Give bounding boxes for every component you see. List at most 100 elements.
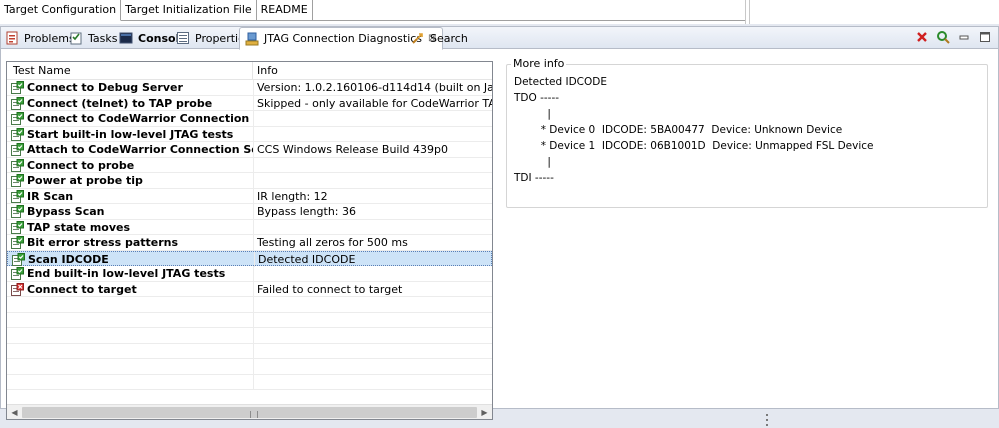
- test-info-cell: [257, 158, 492, 173]
- table-row-empty: [7, 312, 492, 328]
- column-divider: [253, 188, 254, 204]
- test-passed-icon: [11, 112, 27, 125]
- test-passed-icon: [11, 127, 27, 141]
- table-row[interactable]: Connect (telnet) to TAP probe Skipped - o…: [7, 95, 492, 111]
- table-row[interactable]: Bypass Scan Bypass length: 36: [7, 204, 492, 220]
- editor-tab-target-configuration[interactable]: Target Configuration: [0, 0, 122, 21]
- column-divider: [253, 173, 254, 188]
- table-header: Test Name Info: [7, 62, 492, 80]
- scroll-left-icon[interactable]: ◀: [7, 405, 22, 419]
- tasks-icon: [68, 30, 84, 46]
- column-divider: [254, 251, 255, 267]
- test-passed-icon: [11, 236, 27, 249]
- editor-tab-target-initialization-file[interactable]: Target Initialization File: [121, 0, 257, 21]
- test-passed-icon: [11, 158, 27, 172]
- test-name-cell: Connect to CodeWarrior Connection Server: [11, 111, 253, 126]
- test-name-cell: TAP state moves: [11, 220, 253, 235]
- console-icon: [118, 30, 134, 46]
- editor-tab-readme[interactable]: README: [256, 0, 313, 21]
- more-info-line: * Device 0 IDCODE: 5BA00477 Device: Unkn…: [514, 124, 843, 136]
- table-row-empty: [7, 359, 492, 375]
- test-info-cell: Testing all zeros for 500 ms: [257, 236, 408, 249]
- table-row[interactable]: Scan IDCODE Detected IDCODE: [7, 250, 492, 267]
- scrollbar-thumb[interactable]: [22, 407, 477, 418]
- column-divider: [253, 359, 254, 374]
- test-info-cell: [257, 220, 492, 235]
- test-info-cell: [257, 173, 492, 188]
- search-icon: [410, 30, 426, 46]
- test-name-text: Scan IDCODE: [28, 252, 109, 266]
- tab-problems[interactable]: Problems: [4, 27, 75, 49]
- remove-icon[interactable]: [915, 30, 929, 44]
- properties-icon: [175, 30, 191, 46]
- test-passed-icon: [11, 205, 27, 218]
- table-row[interactable]: Start built-in low-level JTAG tests: [7, 126, 492, 142]
- more-info-line: Detected IDCODE: [514, 76, 607, 88]
- test-info-cell: Detected IDCODE: [258, 252, 356, 266]
- scroll-right-icon[interactable]: ▶: [477, 405, 492, 419]
- table-row-empty: [7, 328, 492, 344]
- tab-label: JTAG Connection Diagnostics: [264, 32, 423, 45]
- tab-search[interactable]: Search: [410, 27, 468, 49]
- view-toolbar: [915, 30, 992, 44]
- column-divider: [253, 204, 254, 219]
- more-info-text: Detected IDCODE TDO ----- | * Device 0 ID…: [514, 74, 984, 186]
- column-divider: [253, 142, 254, 157]
- tab-tasks[interactable]: Tasks: [68, 27, 117, 49]
- refresh-icon[interactable]: [936, 30, 950, 44]
- column-divider: [253, 343, 254, 359]
- test-name-cell: Bypass Scan: [11, 204, 253, 219]
- test-name-text: Connect to Debug Server: [27, 81, 183, 94]
- view-tab-bar: Problems Tasks Console Properties JTAG C…: [1, 27, 998, 50]
- table-row[interactable]: Connect to Debug Server Version: 1.0.2.16…: [7, 80, 492, 96]
- more-info-line: |: [514, 156, 551, 168]
- test-failed-icon: [11, 282, 27, 296]
- table-row[interactable]: Connect to CodeWarrior Connection Server: [7, 111, 492, 127]
- more-info-line: TDI -----: [514, 172, 554, 184]
- column-divider: [253, 266, 254, 281]
- test-info-cell: [257, 111, 492, 126]
- test-info-cell: Version: 1.0.2.160106-d114d14 (built on …: [257, 81, 492, 94]
- editor-tabs: Target Configuration Target Initializati…: [0, 0, 313, 21]
- table-row[interactable]: Power at probe tip: [7, 173, 492, 189]
- column-divider: [253, 374, 254, 390]
- test-name-text: Attach to CodeWarrior Connection Server: [27, 143, 253, 156]
- resize-grip[interactable]: [766, 414, 769, 426]
- pane-separator: [749, 0, 750, 24]
- minimize-icon[interactable]: [957, 30, 971, 44]
- table-row[interactable]: Attach to CodeWarrior Connection Server C…: [7, 142, 492, 158]
- column-divider: [253, 235, 254, 250]
- test-name-cell: End built-in low-level JTAG tests: [11, 266, 253, 281]
- table-row[interactable]: End built-in low-level JTAG tests: [7, 266, 492, 282]
- table-row[interactable]: Bit error stress patterns Testing all zer…: [7, 235, 492, 251]
- table-row[interactable]: Connect to target Failed to connect to ta…: [7, 281, 492, 297]
- pane-separator[interactable]: [745, 0, 746, 24]
- diagnostics-table[interactable]: Test Name Info Connect to Debug Server Ve…: [6, 61, 493, 420]
- test-name-cell: Start built-in low-level JTAG tests: [11, 127, 253, 142]
- maximize-icon[interactable]: [978, 30, 992, 44]
- test-name-cell: Attach to CodeWarrior Connection Server: [11, 142, 253, 157]
- test-passed-icon: [11, 189, 27, 203]
- column-header-test-name[interactable]: Test Name: [7, 62, 253, 80]
- test-name-text: Connect to probe: [27, 158, 135, 172]
- test-name-cell: Connect to probe: [11, 158, 253, 173]
- more-info-line: TDO -----: [514, 92, 560, 104]
- table-row[interactable]: Connect to probe: [7, 157, 492, 173]
- test-name-cell: IR Scan: [11, 189, 253, 204]
- column-divider: [253, 126, 254, 142]
- horizontal-scrollbar[interactable]: ◀ ▶: [7, 404, 492, 419]
- test-info-cell: Bypass length: 36: [257, 205, 356, 218]
- column-header-info[interactable]: Info: [253, 62, 492, 80]
- test-name-text: Connect to target: [27, 282, 137, 296]
- table-row-empty: [7, 297, 492, 313]
- table-row[interactable]: TAP state moves: [7, 219, 492, 235]
- more-info-group: More info Detected IDCODE TDO ----- | * D…: [506, 58, 988, 208]
- test-info-cell: IR length: 12: [257, 189, 328, 203]
- table-row-empty: [7, 374, 492, 390]
- diagnostics-view: Problems Tasks Console Properties JTAG C…: [0, 26, 999, 420]
- table-row[interactable]: IR Scan IR length: 12: [7, 188, 492, 204]
- test-info-cell: CCS Windows Release Build 439p0: [257, 143, 449, 156]
- test-name-text: Bit error stress patterns: [27, 236, 179, 249]
- test-name-text: End built-in low-level JTAG tests: [27, 267, 226, 280]
- table-row-empty: [7, 343, 492, 359]
